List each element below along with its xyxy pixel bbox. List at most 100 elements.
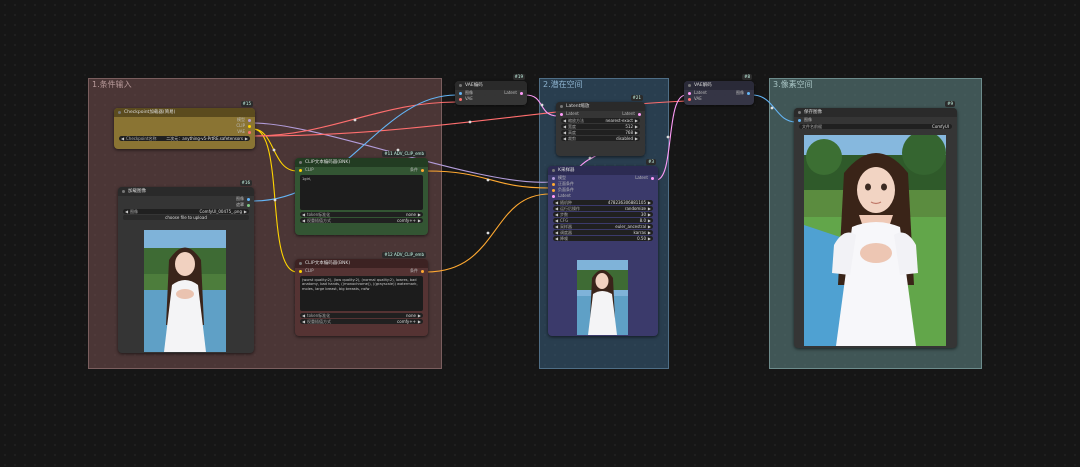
weight-interpretation-combo[interactable]: ◀ 权重插值方式 comfy++ ▶ (300, 218, 423, 223)
output-image-label: 图像 (236, 196, 244, 201)
vae-encode-node[interactable]: #19 VAE编码 图像 Latent VAE (455, 74, 527, 105)
node-title: Latent缩放 (566, 104, 590, 109)
input-model-pin[interactable] (552, 176, 555, 180)
seed-number[interactable]: ◀ 随机种 478236306881105 ▶ (553, 200, 653, 205)
input-clip-label: CLIP (305, 167, 314, 172)
checkpoint-loader-node[interactable]: #15 Checkpoint加载器(简易) 模型 CLIP VAE ◀ Check… (114, 101, 255, 149)
input-vae-label: VAE (465, 96, 473, 101)
output-image-preview (804, 135, 946, 346)
steps-number[interactable]: ◀ 步数 30 ▶ (553, 212, 653, 217)
output-conditioning-label: 条件 (410, 268, 418, 273)
output-mask-label: 遮罩 (236, 202, 244, 207)
token-normalization-combo[interactable]: ◀ token标准化 none ▶ (300, 313, 423, 318)
vae-decode-node[interactable]: #8 VAE解码 Latent 图像 VAE (684, 74, 754, 105)
output-latent-label: Latent (622, 111, 635, 116)
output-conditioning-label: 条件 (410, 167, 418, 172)
node-title: VAE编码 (465, 83, 483, 88)
node-title: VAE解码 (694, 83, 712, 88)
weight-interpretation-combo[interactable]: ◀ 权重插值方式 comfy++ ▶ (300, 319, 423, 324)
input-positive-label: 正面条件 (558, 181, 574, 186)
clip-text-encode-negative-node[interactable]: #12 ADV_CLIP_emb CLIP文本编码器(BNK) CLIP 条件 (… (295, 252, 428, 336)
output-latent-pin[interactable] (651, 176, 654, 180)
ksampler-node[interactable]: #3 K采样器 模型 Latent 正面条件 负面条件 Latent ◀ 随机种 47… (548, 159, 658, 336)
node-id-badge: #11 ADV_CLIP_emb (382, 151, 426, 157)
input-latent-pin[interactable] (688, 91, 691, 95)
group-title: 1.条件输入 (92, 80, 132, 89)
output-conditioning-pin[interactable] (421, 269, 424, 273)
output-clip-label: CLIP (236, 123, 245, 128)
node-id-badge: #8 (742, 74, 752, 80)
crop-combo[interactable]: ◀ 裁剪 disabled ▶ (561, 136, 640, 141)
input-image-label: 图像 (465, 90, 473, 95)
upscale-method-combo[interactable]: ◀ 缩放方法 nearest-exact ▶ (561, 118, 640, 123)
positive-prompt-textarea[interactable]: 1girl, (300, 175, 423, 210)
input-negative-label: 负面条件 (558, 187, 574, 192)
control-after-generate-combo[interactable]: ◀ 运行后操作 randomize ▶ (553, 206, 653, 211)
input-latent-label: Latent (566, 111, 579, 116)
load-image-node[interactable]: #16 加载图像 图像 遮罩 ◀ 图像 ComfyUI_00475_.png ▶ ch… (118, 180, 254, 353)
clip-text-encode-positive-node[interactable]: #11 ADV_CLIP_emb CLIP文本编码器(BNK) CLIP 条件 1… (295, 151, 428, 235)
input-clip-pin[interactable] (299, 168, 302, 172)
filename-prefix-input[interactable]: 文件名前缀 ComfyUI (799, 124, 952, 129)
width-number[interactable]: ◀ 宽度 512 ▶ (561, 124, 640, 129)
sampler-preview-image (577, 260, 628, 335)
output-conditioning-pin[interactable] (421, 168, 424, 172)
output-mask-pin[interactable] (247, 203, 250, 207)
output-image-pin[interactable] (247, 197, 250, 201)
node-title: CLIP文本编码器(BNK) (305, 261, 351, 266)
output-clip-pin[interactable] (248, 124, 251, 128)
output-latent-pin[interactable] (638, 112, 641, 116)
node-id-badge: #12 ADV_CLIP_emb (382, 252, 426, 258)
save-image-node[interactable]: #9 保存图像 图像 文件名前缀 ComfyUI (794, 101, 957, 348)
negative-prompt-textarea[interactable]: (worst quality:2), (low quality:2), (nor… (300, 276, 423, 311)
node-id-badge: #3 (646, 159, 656, 165)
node-id-badge: #15 (240, 101, 253, 107)
node-title: K采样器 (558, 168, 575, 173)
input-model-label: 模型 (558, 175, 566, 180)
input-vae-pin[interactable] (459, 97, 462, 101)
output-vae-pin[interactable] (248, 130, 251, 134)
input-vae-pin[interactable] (688, 97, 691, 101)
latent-upscale-node[interactable]: #21 Latent缩放 Latent Latent ◀ 缩放方法 nearest-e… (556, 95, 645, 156)
input-image-pin[interactable] (798, 118, 801, 122)
token-normalization-combo[interactable]: ◀ token标准化 none ▶ (300, 212, 423, 217)
input-latent-pin[interactable] (560, 112, 563, 116)
input-image-preview (144, 230, 226, 352)
group-title: 2.潜在空间 (543, 80, 583, 89)
sampler-combo[interactable]: ◀ 采样器 euler_ancestral ▶ (553, 224, 653, 229)
output-image-pin[interactable] (747, 91, 750, 95)
node-title: 加载图像 (128, 189, 146, 194)
output-image-label: 图像 (736, 90, 744, 95)
group-title: 3.像素空间 (773, 80, 813, 89)
output-vae-label: VAE (237, 129, 245, 134)
node-title: Checkpoint加载器(简易) (124, 110, 176, 115)
node-title: 保存图像 (804, 110, 822, 115)
scheduler-combo[interactable]: ◀ 调度器 karras ▶ (553, 230, 653, 235)
input-latent-label: Latent (558, 193, 571, 198)
input-vae-label: VAE (694, 96, 702, 101)
input-latent-pin[interactable] (552, 194, 555, 198)
input-positive-pin[interactable] (552, 182, 555, 186)
denoise-number[interactable]: ◀ 降噪 0.50 ▶ (553, 236, 653, 241)
node-id-badge: #16 (239, 180, 252, 186)
upload-button[interactable]: choose file to upload (123, 215, 249, 220)
output-model-label: 模型 (237, 117, 245, 122)
input-clip-label: CLIP (305, 268, 314, 273)
output-latent-pin[interactable] (520, 91, 523, 95)
input-image-label: 图像 (804, 117, 812, 122)
height-number[interactable]: ◀ 高度 768 ▶ (561, 130, 640, 135)
node-title: CLIP文本编码器(BNK) (305, 160, 351, 165)
checkpoint-name-combo[interactable]: ◀ Checkpoint名称 二次元：anything-v5-PrtRE.safet… (119, 136, 250, 141)
output-model-pin[interactable] (248, 118, 251, 122)
node-id-badge: #19 (512, 74, 525, 80)
cfg-number[interactable]: ◀ CFG 8.0 ▶ (553, 218, 653, 223)
node-id-badge: #9 (945, 101, 955, 107)
input-clip-pin[interactable] (299, 269, 302, 273)
image-file-combo[interactable]: ◀ 图像 ComfyUI_00475_.png ▶ (123, 209, 249, 214)
output-latent-label: Latent (504, 90, 517, 95)
input-negative-pin[interactable] (552, 188, 555, 192)
input-image-pin[interactable] (459, 91, 462, 95)
input-latent-label: Latent (694, 90, 707, 95)
node-id-badge: #21 (630, 95, 643, 101)
output-latent-label: Latent (635, 175, 648, 180)
